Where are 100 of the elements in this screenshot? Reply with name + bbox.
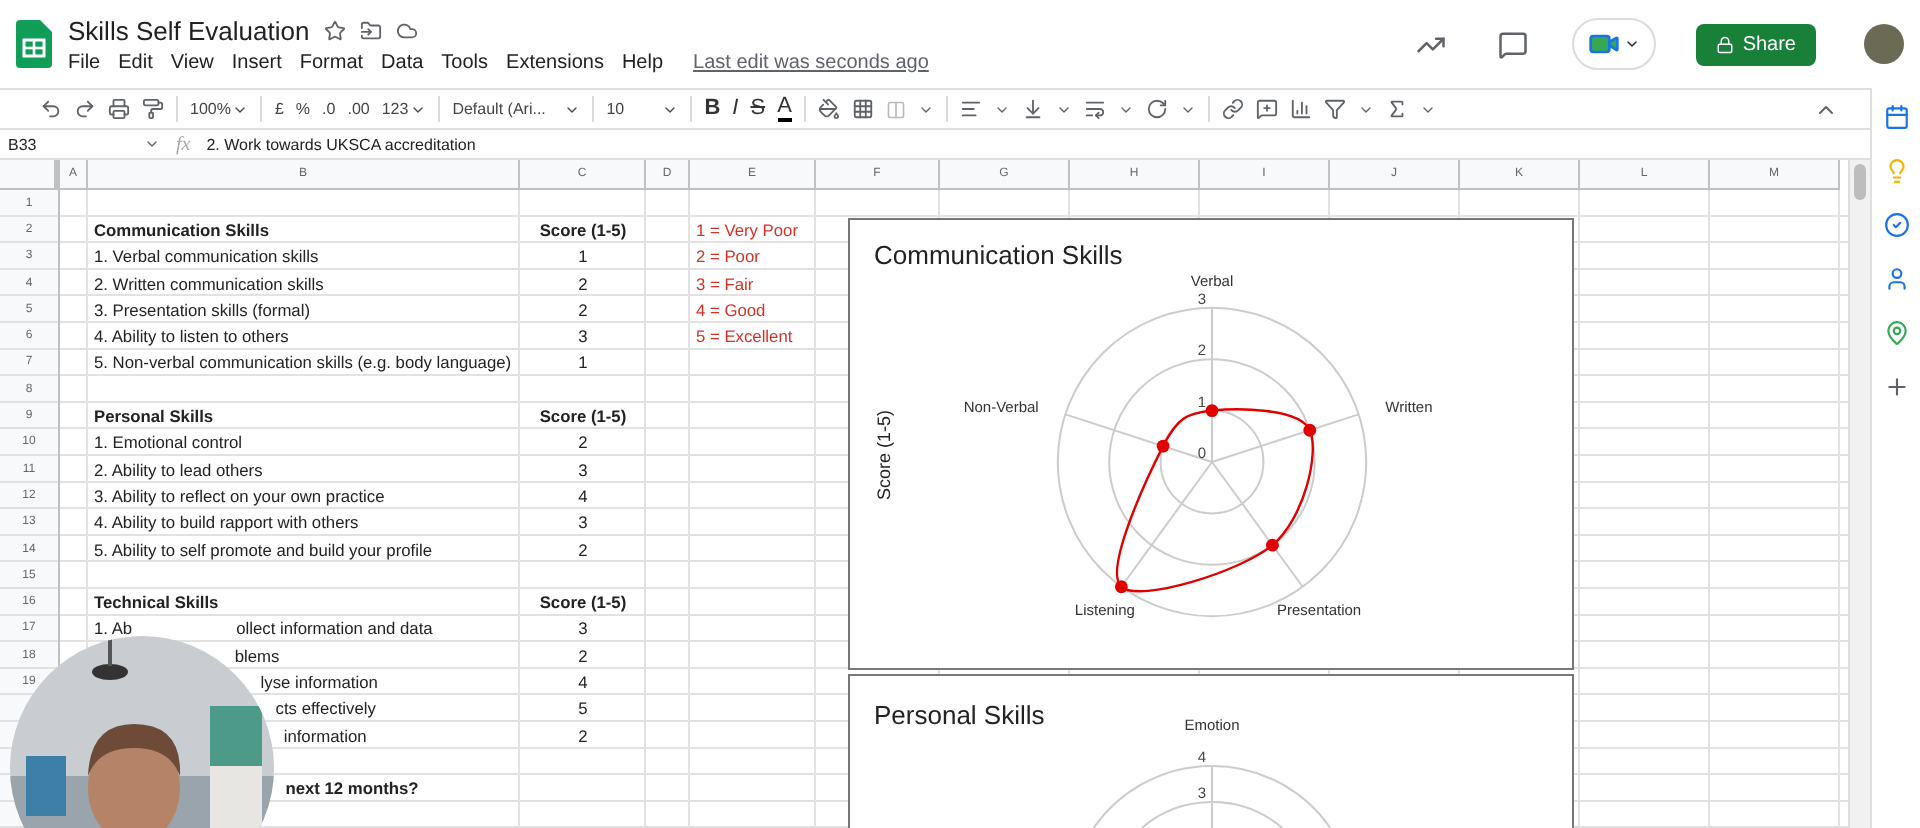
table-cell: 5. Non-verbal communication skills (e.g. body language): [94, 352, 512, 373]
zoom-dropdown[interactable]: 100%: [190, 100, 249, 118]
table-cell: Score (1-5): [539, 219, 627, 240]
align-icon[interactable]: [959, 98, 982, 120]
strikethrough-button[interactable]: S: [750, 98, 766, 120]
table-cell: 3: [578, 512, 588, 533]
font-size-dropdown[interactable]: 10: [606, 100, 679, 118]
table-cell: 4. Ability to build rapport with others: [94, 512, 359, 533]
sheets-logo-icon[interactable]: [16, 20, 52, 68]
function-label: fx: [176, 133, 191, 155]
table-cell: 3. Presentation skills (formal): [94, 299, 310, 320]
table-cell: 2: [578, 273, 588, 294]
table-cell: next 12 months?: [285, 778, 419, 799]
table-cell: information: [283, 725, 367, 746]
table-cell: 3. Ability to reflect on your own practice: [94, 485, 385, 506]
bold-button[interactable]: B: [704, 98, 721, 120]
table-cell: 5. Ability to self promote and build your profile: [94, 539, 432, 559]
fill-color-icon[interactable]: [817, 98, 840, 120]
table-cell: 3: [578, 459, 588, 480]
borders-icon[interactable]: [851, 98, 874, 120]
check-icon[interactable]: [1883, 212, 1909, 238]
scrollbar[interactable]: [1848, 160, 1870, 828]
table-cell: 1. Emotional control: [94, 432, 243, 453]
table-cell: 1. Verbal communication skills: [94, 246, 319, 267]
document-title[interactable]: Skills Self Evaluation: [68, 15, 310, 45]
cloud-icon[interactable]: [395, 19, 418, 41]
avatar[interactable]: [1864, 24, 1904, 64]
table-cell: 3: [578, 326, 588, 347]
link-icon[interactable]: [1221, 98, 1244, 120]
redo-icon[interactable]: [74, 98, 96, 120]
add-icon[interactable]: [1883, 374, 1909, 400]
table-cell: 2: [578, 432, 588, 453]
menu-item[interactable]: Edit: [118, 51, 153, 73]
increase-decimals-button[interactable]: .00: [347, 100, 370, 118]
table-cell: Technical Skills: [94, 592, 219, 613]
decrease-decimals-button[interactable]: .0: [322, 100, 336, 118]
table-cell: 1: [578, 246, 588, 267]
vertical-align-icon[interactable]: [1021, 98, 1044, 120]
number-format-dropdown[interactable]: 123: [381, 100, 427, 118]
menu-item[interactable]: File: [68, 51, 101, 73]
comment-add-icon[interactable]: [1255, 98, 1278, 120]
table-cell: 2 = Poor: [696, 246, 760, 267]
table-cell: 5 = Excellent: [696, 326, 793, 347]
score-point: [1266, 538, 1279, 552]
table-cell: ollect information and data: [236, 618, 433, 639]
meet-button[interactable]: [1572, 18, 1657, 70]
table-cell: 1. Ab: [94, 618, 133, 639]
map-pin-icon[interactable]: [1883, 320, 1909, 346]
score-point: [1114, 580, 1128, 594]
table-cell: Score (1-5): [539, 406, 627, 427]
font-dropdown[interactable]: Default (Ari...: [452, 100, 581, 118]
cell-reference[interactable]: B33: [8, 135, 128, 153]
text-color-button[interactable]: A: [777, 96, 792, 122]
comment-icon[interactable]: [1498, 29, 1529, 59]
table-cell: 2: [578, 539, 588, 559]
wrap-icon[interactable]: [1083, 98, 1106, 120]
table-cell: 2: [578, 645, 588, 666]
last-edit-link[interactable]: Last edit was seconds ago: [693, 51, 929, 73]
star-icon[interactable]: [323, 19, 346, 41]
table-cell: 2: [578, 725, 588, 746]
table-cell: Score (1-5): [539, 592, 627, 613]
table-cell: 4: [578, 671, 588, 692]
italic-button[interactable]: I: [732, 98, 739, 120]
paint-format-icon[interactable]: [142, 98, 164, 120]
print-icon[interactable]: [108, 98, 130, 120]
table-cell: 5: [578, 698, 588, 719]
menu-item[interactable]: Help: [621, 51, 664, 73]
menu-item[interactable]: View: [170, 51, 214, 73]
table-cell: blems: [234, 645, 280, 666]
chart-title: Communication Skills: [874, 240, 1123, 270]
table-cell: 3: [578, 618, 588, 639]
menu-item[interactable]: Format: [299, 51, 364, 73]
rotate-icon[interactable]: [1145, 98, 1168, 120]
folder-icon[interactable]: [359, 19, 382, 41]
table-cell: 3 = Fair: [696, 273, 754, 294]
chart-icon[interactable]: [1289, 98, 1312, 120]
person-icon[interactable]: [1883, 266, 1909, 292]
lock-icon: [1716, 35, 1735, 53]
caret-icon[interactable]: [144, 136, 160, 152]
table-cell: 2. Ability to lead others: [94, 459, 263, 480]
menu-item[interactable]: Tools: [441, 51, 489, 73]
table-cell: 4. Ability to listen to others: [94, 326, 289, 347]
table-cell: 2: [578, 299, 588, 320]
table-cell: 1 = Very Poor: [696, 219, 798, 240]
score-point: [1205, 404, 1219, 417]
table-cell: Communication Skills: [94, 219, 269, 240]
share-button[interactable]: Share: [1696, 23, 1816, 65]
score-point: [1156, 439, 1170, 453]
calendar-icon[interactable]: [1883, 104, 1909, 130]
currency-button[interactable]: £: [274, 100, 284, 118]
undo-icon[interactable]: [40, 98, 62, 120]
filter-icon[interactable]: [1323, 98, 1346, 120]
menu-item[interactable]: Insert: [231, 51, 282, 73]
menu-item[interactable]: Extensions: [506, 51, 604, 73]
formula-text[interactable]: 2. Work towards UKSCA accreditation: [206, 135, 476, 153]
percent-button[interactable]: %: [295, 100, 311, 118]
menu-item[interactable]: Data: [381, 51, 424, 73]
sigma-icon[interactable]: [1385, 98, 1408, 120]
caret-icon: [1624, 36, 1641, 52]
chart-title: Personal Skills: [874, 700, 1045, 730]
